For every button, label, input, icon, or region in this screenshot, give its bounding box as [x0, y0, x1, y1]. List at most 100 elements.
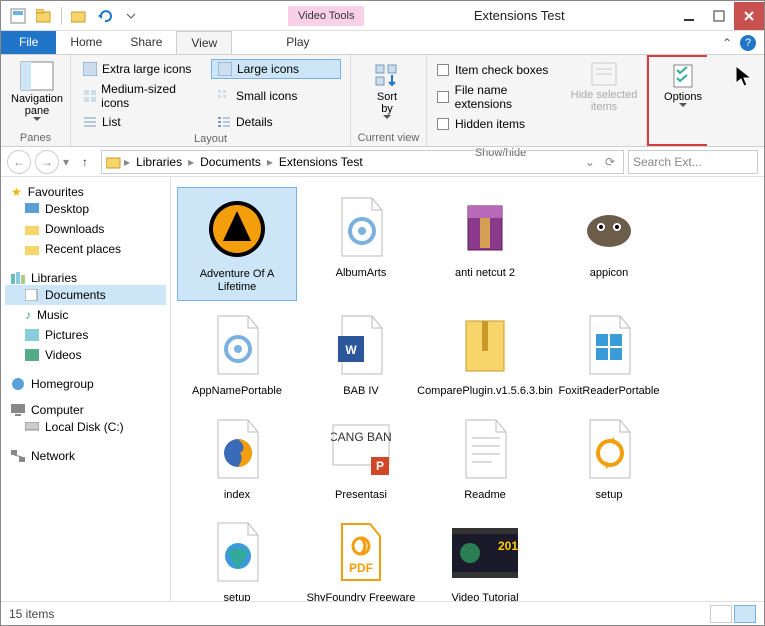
file-name: Presentasi: [335, 489, 387, 502]
file-icon: [450, 415, 520, 485]
qat-dropdown-icon[interactable]: [120, 5, 142, 27]
hide-icon: [590, 61, 618, 87]
sidebar-desktop[interactable]: Desktop: [5, 199, 166, 219]
view-details-icon[interactable]: [710, 605, 732, 623]
qat-open-icon[interactable]: [33, 5, 55, 27]
file-item[interactable]: index: [177, 409, 297, 508]
sidebar-libraries[interactable]: Libraries: [5, 271, 166, 285]
crumb-current[interactable]: Extensions Test: [275, 155, 367, 169]
file-name: Video Tutorial: [451, 592, 518, 601]
tab-share[interactable]: Share: [116, 31, 176, 54]
layout-large-icons[interactable]: Large icons: [211, 59, 341, 79]
svg-text:PDF: PDF: [349, 561, 373, 575]
maximize-button[interactable]: [704, 2, 734, 30]
file-icon: [202, 311, 272, 381]
file-icon: [574, 311, 644, 381]
tab-home[interactable]: Home: [56, 31, 116, 54]
sort-by-button[interactable]: Sort by: [357, 59, 417, 122]
tab-view[interactable]: View: [176, 31, 232, 54]
file-item[interactable]: anti netcut 2: [425, 187, 545, 301]
svg-text:W: W: [345, 343, 357, 357]
qat-newfolder-icon[interactable]: [68, 5, 90, 27]
file-item[interactable]: AppNamePortable: [177, 305, 297, 404]
folder-icon: [106, 155, 122, 169]
close-button[interactable]: [734, 2, 764, 30]
file-name: AlbumArts: [336, 267, 387, 280]
file-name: AppNamePortable: [192, 385, 282, 398]
file-item[interactable]: ComparePlugin.v1.5.6.3.bin: [425, 305, 545, 404]
qat-properties-icon[interactable]: [7, 5, 29, 27]
sidebar-network[interactable]: Network: [5, 449, 166, 463]
minimize-button[interactable]: [674, 2, 704, 30]
file-icon: [574, 415, 644, 485]
file-icon: W: [326, 311, 396, 381]
file-name: setup: [224, 592, 251, 601]
view-icons-icon[interactable]: [734, 605, 756, 623]
back-button[interactable]: ←: [7, 150, 31, 174]
options-button[interactable]: Options: [653, 61, 713, 110]
file-item[interactable]: Readme: [425, 409, 545, 508]
file-item[interactable]: PDFShyFoundry Freeware EULA: [301, 512, 421, 601]
file-item[interactable]: setup: [549, 409, 669, 508]
file-item[interactable]: WBAB IV: [301, 305, 421, 404]
file-icon: [450, 311, 520, 381]
layout-small-icons[interactable]: Small icons: [211, 80, 341, 112]
file-icon: 201: [450, 518, 520, 588]
file-item[interactable]: AlbumArts: [301, 187, 421, 301]
file-item[interactable]: appicon: [549, 187, 669, 301]
layout-xl-icons[interactable]: Extra large icons: [77, 59, 207, 79]
sidebar: ★Favourites Desktop Downloads Recent pla…: [1, 177, 171, 601]
file-item[interactable]: Adventure Of A Lifetime: [177, 187, 297, 301]
sidebar-downloads[interactable]: Downloads: [5, 219, 166, 239]
file-name: Readme: [464, 489, 506, 502]
file-name: anti netcut 2: [455, 267, 515, 280]
contextual-tab[interactable]: Video Tools: [288, 6, 364, 26]
addr-dropdown-icon[interactable]: ⌄: [581, 155, 599, 169]
chk-file-extensions[interactable]: File name extensions: [433, 81, 568, 113]
hide-selected-button: Hide selected items: [568, 59, 640, 115]
layout-medium-icons[interactable]: Medium-sized icons: [77, 80, 207, 112]
file-tab[interactable]: File: [1, 31, 56, 54]
sidebar-videos[interactable]: Videos: [5, 345, 166, 365]
tab-play[interactable]: Play: [272, 31, 323, 54]
sidebar-computer[interactable]: Computer: [5, 403, 166, 417]
crumb-libraries[interactable]: Libraries: [132, 155, 186, 169]
sidebar-pictures[interactable]: Pictures: [5, 325, 166, 345]
file-item[interactable]: setup: [177, 512, 297, 601]
file-item[interactable]: 201 Video Tutorial: [425, 512, 545, 601]
file-item[interactable]: FoxitReaderPortable: [549, 305, 669, 404]
sidebar-homegroup[interactable]: Homegroup: [5, 377, 166, 391]
history-dropdown-icon[interactable]: ▾: [63, 155, 69, 169]
chk-hidden-items[interactable]: Hidden items: [433, 115, 568, 133]
window-title: Extensions Test: [364, 8, 674, 23]
svg-text:P: P: [376, 459, 384, 473]
sidebar-favourites[interactable]: ★Favourites: [5, 185, 166, 199]
chk-item-checkboxes[interactable]: Item check boxes: [433, 61, 568, 79]
group-label-panes: Panes: [7, 130, 64, 146]
qat-undo-icon[interactable]: [94, 5, 116, 27]
separator: [61, 7, 62, 25]
crumb-documents[interactable]: Documents: [196, 155, 265, 169]
file-name: ComparePlugin.v1.5.6.3.bin: [417, 385, 553, 398]
navigation-pane-button[interactable]: Navigation pane: [7, 59, 67, 124]
layout-list[interactable]: List: [77, 113, 207, 131]
sidebar-documents[interactable]: Documents: [5, 285, 166, 305]
help-icon[interactable]: ?: [740, 35, 756, 51]
file-icon: RANCANG BANGUNP: [326, 415, 396, 485]
file-item[interactable]: RANCANG BANGUNP Presentasi: [301, 409, 421, 508]
up-button[interactable]: ↑: [73, 150, 97, 174]
breadcrumb[interactable]: ▸ Libraries▸ Documents▸ Extensions Test …: [101, 150, 624, 174]
sidebar-localdisk[interactable]: Local Disk (C:): [5, 417, 166, 437]
status-count: 15 items: [9, 607, 54, 621]
navpane-icon: [20, 61, 54, 91]
file-name: setup: [596, 489, 623, 502]
file-icon: PDF: [326, 518, 396, 588]
refresh-icon[interactable]: ⟳: [601, 155, 619, 169]
sidebar-recent[interactable]: Recent places: [5, 239, 166, 259]
search-input[interactable]: Search Ext...: [628, 150, 758, 174]
file-icon: [202, 415, 272, 485]
collapse-ribbon-icon[interactable]: ⌃: [722, 36, 732, 50]
file-icon: [202, 194, 272, 264]
sidebar-music[interactable]: ♪Music: [5, 305, 166, 325]
layout-details[interactable]: Details: [211, 113, 341, 131]
